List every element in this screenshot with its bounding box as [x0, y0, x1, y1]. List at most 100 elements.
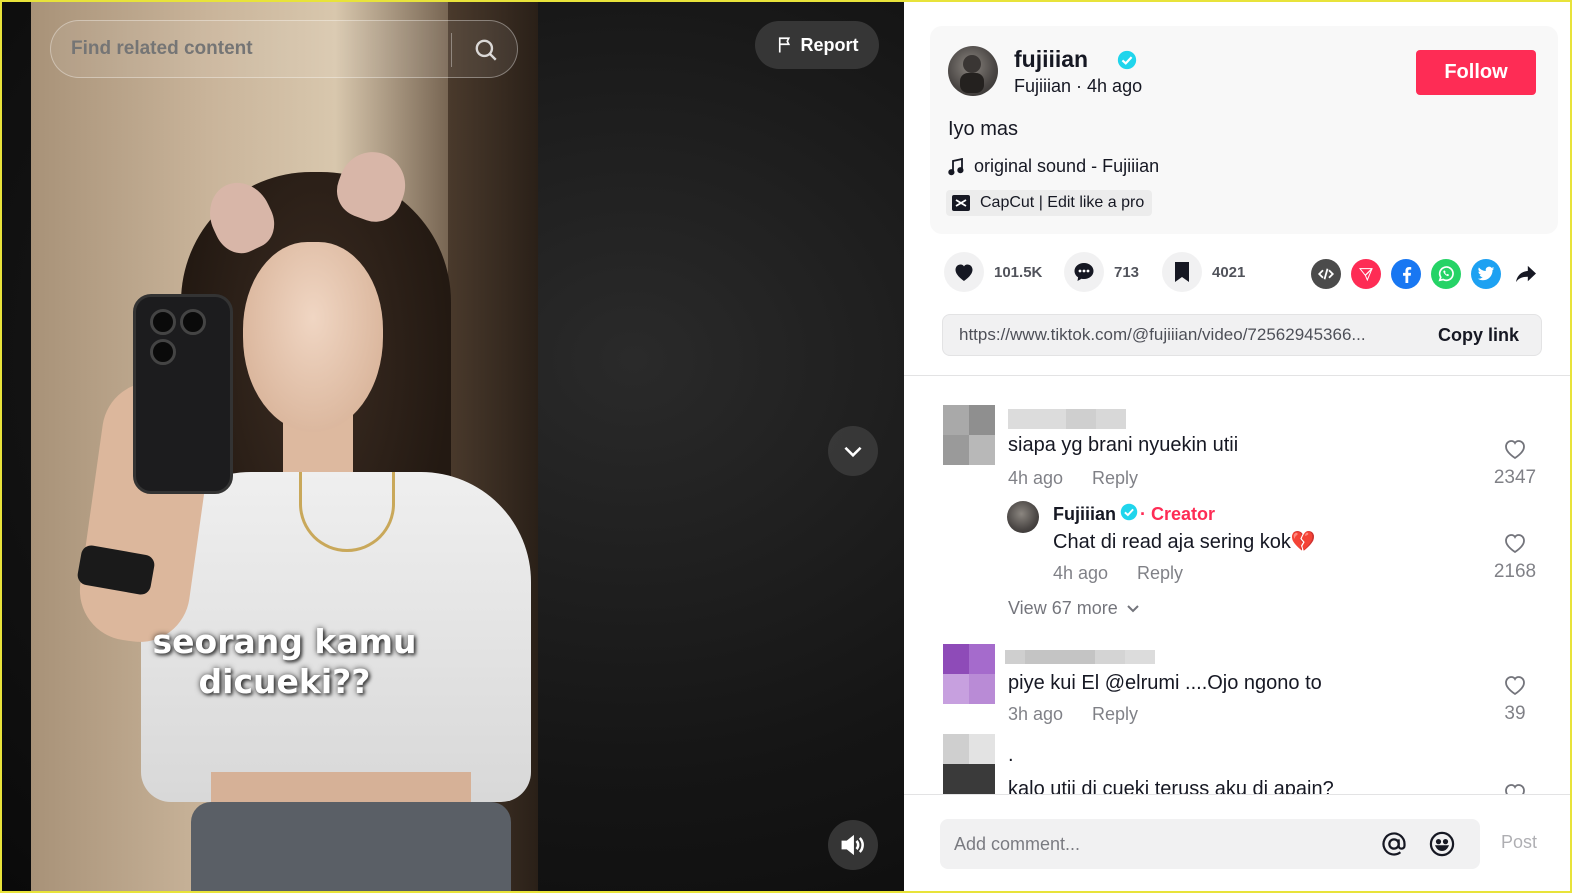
tiktok-video-page: seorang kamu dicueki?? Report [0, 0, 1572, 893]
redacted-name-bar [1005, 650, 1155, 664]
heart-outline-icon [1505, 676, 1525, 696]
heart-outline-icon [1505, 534, 1525, 554]
comment-like[interactable] [1490, 782, 1540, 794]
verified-badge-icon [1117, 50, 1137, 70]
follow-button[interactable]: Follow [1416, 50, 1536, 95]
mention-button[interactable] [1380, 830, 1408, 863]
video-player[interactable]: seorang kamu dicueki?? [31, 2, 538, 891]
author-subline: Fujiiian · 4h ago [1014, 76, 1142, 97]
save-button[interactable] [1162, 252, 1202, 292]
commenter-name-redacted[interactable] [1008, 409, 1126, 429]
heart-icon [955, 264, 973, 281]
comment-button[interactable] [1064, 252, 1104, 292]
comment-text: piye kui El @elrumi ....Ojo ngono to [1008, 672, 1322, 694]
commenter-name-redacted[interactable] [1005, 650, 1155, 668]
post-time: 4h ago [1087, 76, 1143, 96]
more-share-button[interactable] [1511, 259, 1541, 289]
send-to-friends-button[interactable] [1351, 259, 1381, 289]
chevron-down-icon [1127, 604, 1139, 612]
reply-reply-button[interactable]: Reply [1137, 563, 1183, 584]
send-to-friends-icon [1358, 268, 1373, 282]
comment-list: siapa yg brani nyuekin utii 4h ago Reply… [904, 376, 1570, 794]
music-link[interactable]: original sound - Fujiiian [948, 156, 1159, 177]
reply-like-count: 2168 [1493, 561, 1537, 582]
music-note-icon [948, 157, 964, 175]
next-video-button[interactable] [828, 426, 878, 476]
video-person-face [243, 242, 383, 432]
like-button[interactable] [944, 252, 984, 292]
facebook-icon [1403, 266, 1412, 283]
like-count: 101.5K [994, 263, 1043, 281]
video-panel: seorang kamu dicueki?? Report [2, 2, 904, 891]
whatsapp-share-button[interactable] [1431, 259, 1461, 289]
volume-icon [841, 834, 864, 856]
comment-name-dot: . [1008, 744, 1014, 766]
at-mention-icon [1382, 832, 1406, 856]
capcut-anchor[interactable]: CapCut | Edit like a pro [946, 190, 1153, 216]
comment-like[interactable]: 39 [1490, 674, 1540, 725]
pixelated-avatar [943, 644, 995, 704]
comment-action: 713 [1064, 252, 1139, 292]
reply-text: Chat di read aja sering kok💔 [1053, 531, 1316, 553]
reply-time: 4h ago [1053, 563, 1109, 583]
report-label: Report [800, 34, 859, 55]
detail-panel: fujiiian Fujiiian · 4h ago Follow Iyo ma… [904, 2, 1570, 891]
comment-time: 4h ago [1008, 468, 1064, 488]
report-button[interactable]: Report [755, 21, 879, 69]
comment-reply-button[interactable]: Reply [1092, 468, 1138, 489]
redacted-name-bar [1008, 409, 1126, 429]
embed-icon [1317, 268, 1335, 280]
author-username[interactable]: fujiiian [1014, 46, 1088, 73]
volume-button[interactable] [828, 820, 878, 870]
post-info-card: fujiiian Fujiiian · 4h ago Follow Iyo ma… [930, 26, 1558, 234]
copy-link-button[interactable]: Copy link [1438, 315, 1519, 355]
commenter-avatar[interactable] [943, 734, 995, 794]
emoji-icon [1429, 831, 1455, 857]
flag-icon [778, 37, 790, 53]
like-action: 101.5K [944, 252, 1042, 292]
music-title: original sound - Fujiiian [974, 156, 1160, 176]
save-count: 4021 [1212, 263, 1246, 281]
twitter-share-button[interactable] [1471, 259, 1501, 289]
comment-input[interactable] [954, 819, 1354, 869]
creator-reply-avatar[interactable] [1007, 501, 1039, 533]
video-person-pants [191, 802, 511, 891]
video-caption-text: seorang kamu dicueki?? [152, 622, 417, 701]
video-url[interactable]: https://www.tiktok.com/@fujiiian/video/7… [959, 315, 1419, 355]
comment-time: 3h ago [1008, 704, 1064, 724]
video-phone [133, 294, 233, 494]
embed-button[interactable] [1311, 259, 1341, 289]
bookmark-icon [1175, 262, 1189, 282]
twitter-icon [1477, 266, 1495, 281]
comment-text: siapa yg brani nyuekin utii [1008, 434, 1239, 456]
facebook-share-button[interactable] [1391, 259, 1421, 289]
emoji-button[interactable] [1428, 830, 1456, 863]
reply-like[interactable]: 2168 [1490, 532, 1540, 583]
search-bar [50, 20, 518, 78]
avatar-image [960, 55, 984, 93]
view-more-replies-button[interactable]: View 67 more [1008, 598, 1140, 619]
comment-reply-button[interactable]: Reply [1092, 704, 1138, 725]
search-button[interactable] [463, 27, 509, 73]
comment-like[interactable]: 2347 [1490, 438, 1540, 489]
save-action: 4021 [1162, 252, 1245, 292]
verified-badge-icon [1120, 503, 1138, 521]
commenter-avatar[interactable] [943, 644, 995, 704]
view-more-label: View 67 more [1008, 598, 1118, 618]
heart-outline-icon [1505, 440, 1525, 460]
search-input[interactable] [71, 21, 431, 77]
comment-like-count: 39 [1504, 703, 1526, 724]
capcut-label: CapCut | Edit like a pro [980, 194, 1145, 211]
author-avatar[interactable] [948, 46, 998, 96]
search-divider [451, 33, 452, 67]
composer-divider [904, 794, 1570, 795]
comment-composer [940, 819, 1480, 869]
chevron-down-icon [844, 446, 862, 458]
whatsapp-icon [1438, 266, 1454, 282]
comment-text: kalo utii di cueki teruss aku di apain? [1008, 778, 1334, 794]
reply-author-name[interactable]: Fujiiian [1053, 504, 1116, 525]
pixelated-avatar [943, 734, 995, 794]
author-nickname: Fujiiian [1014, 76, 1072, 96]
post-comment-button[interactable]: Post [1501, 832, 1537, 853]
commenter-avatar[interactable] [943, 405, 995, 465]
